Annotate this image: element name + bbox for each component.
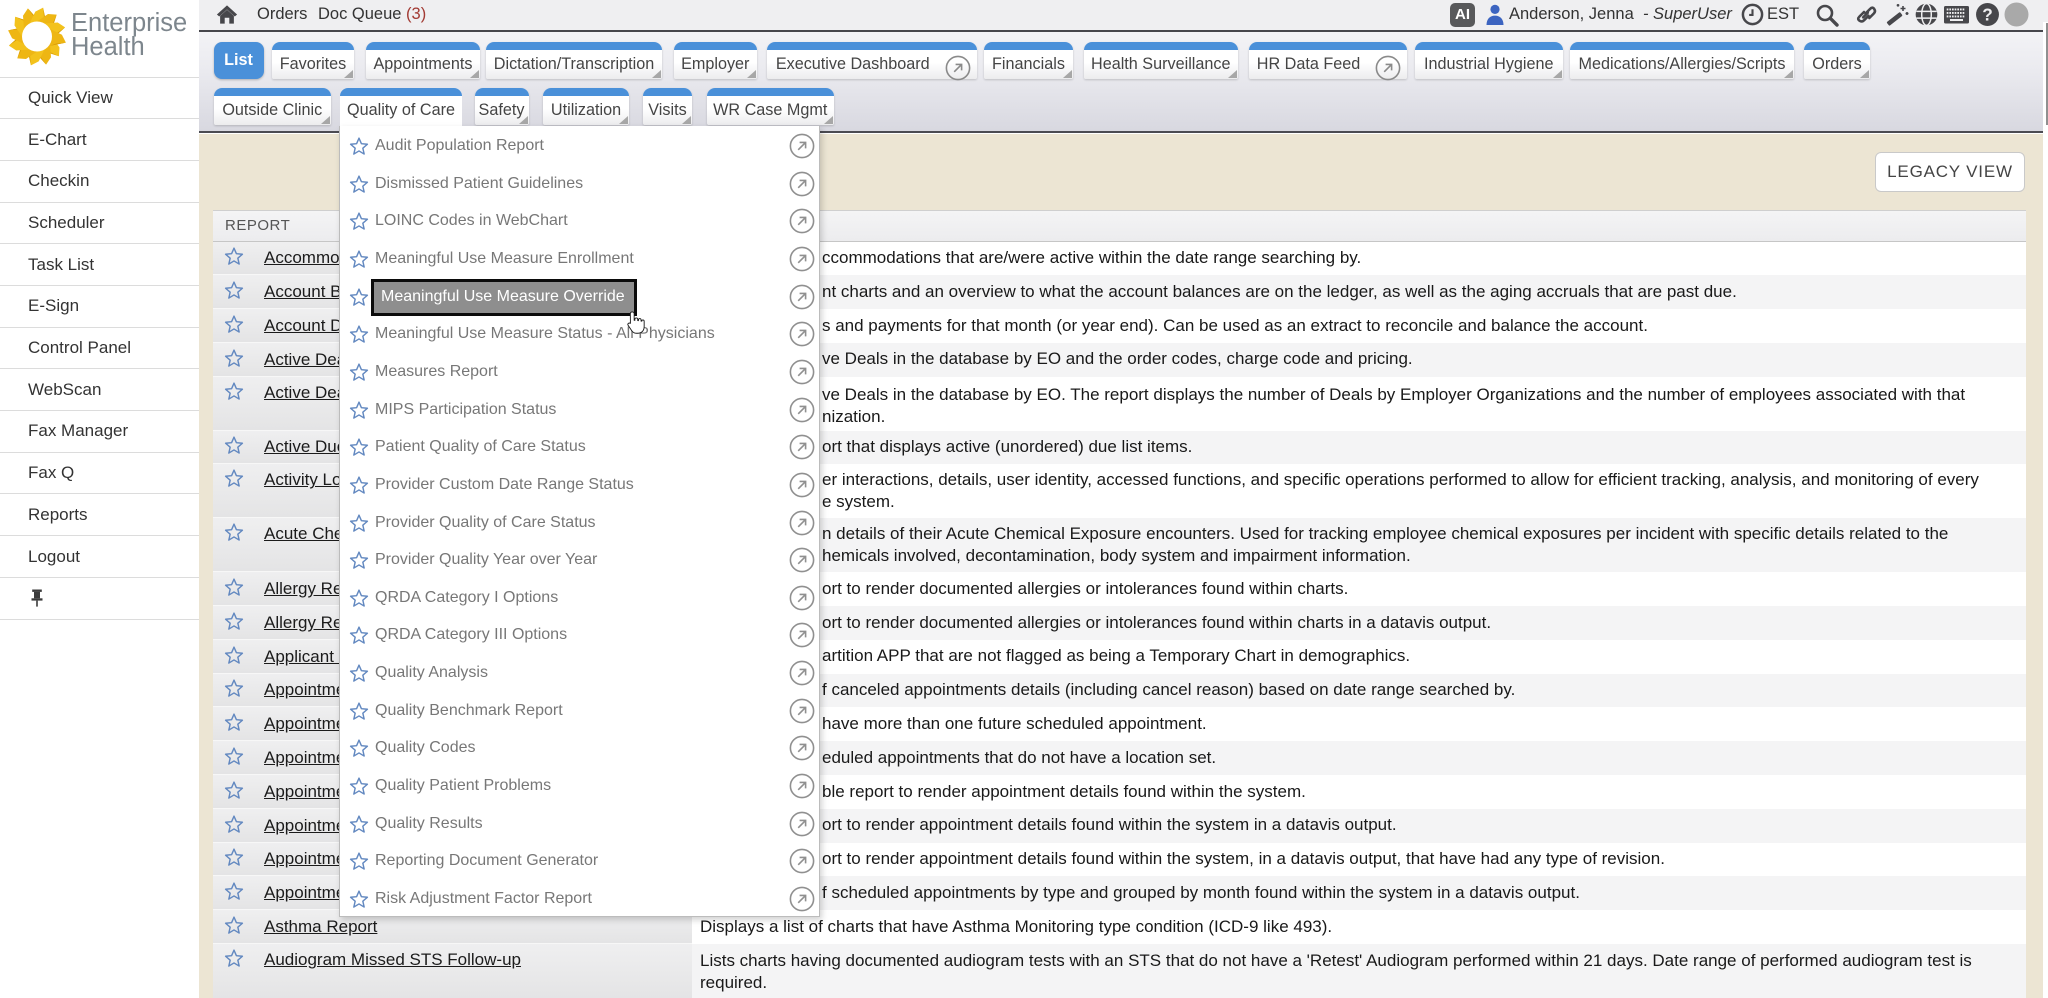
svg-text:Health: Health [71, 33, 145, 61]
svg-text:?: ? [1982, 4, 1993, 24]
